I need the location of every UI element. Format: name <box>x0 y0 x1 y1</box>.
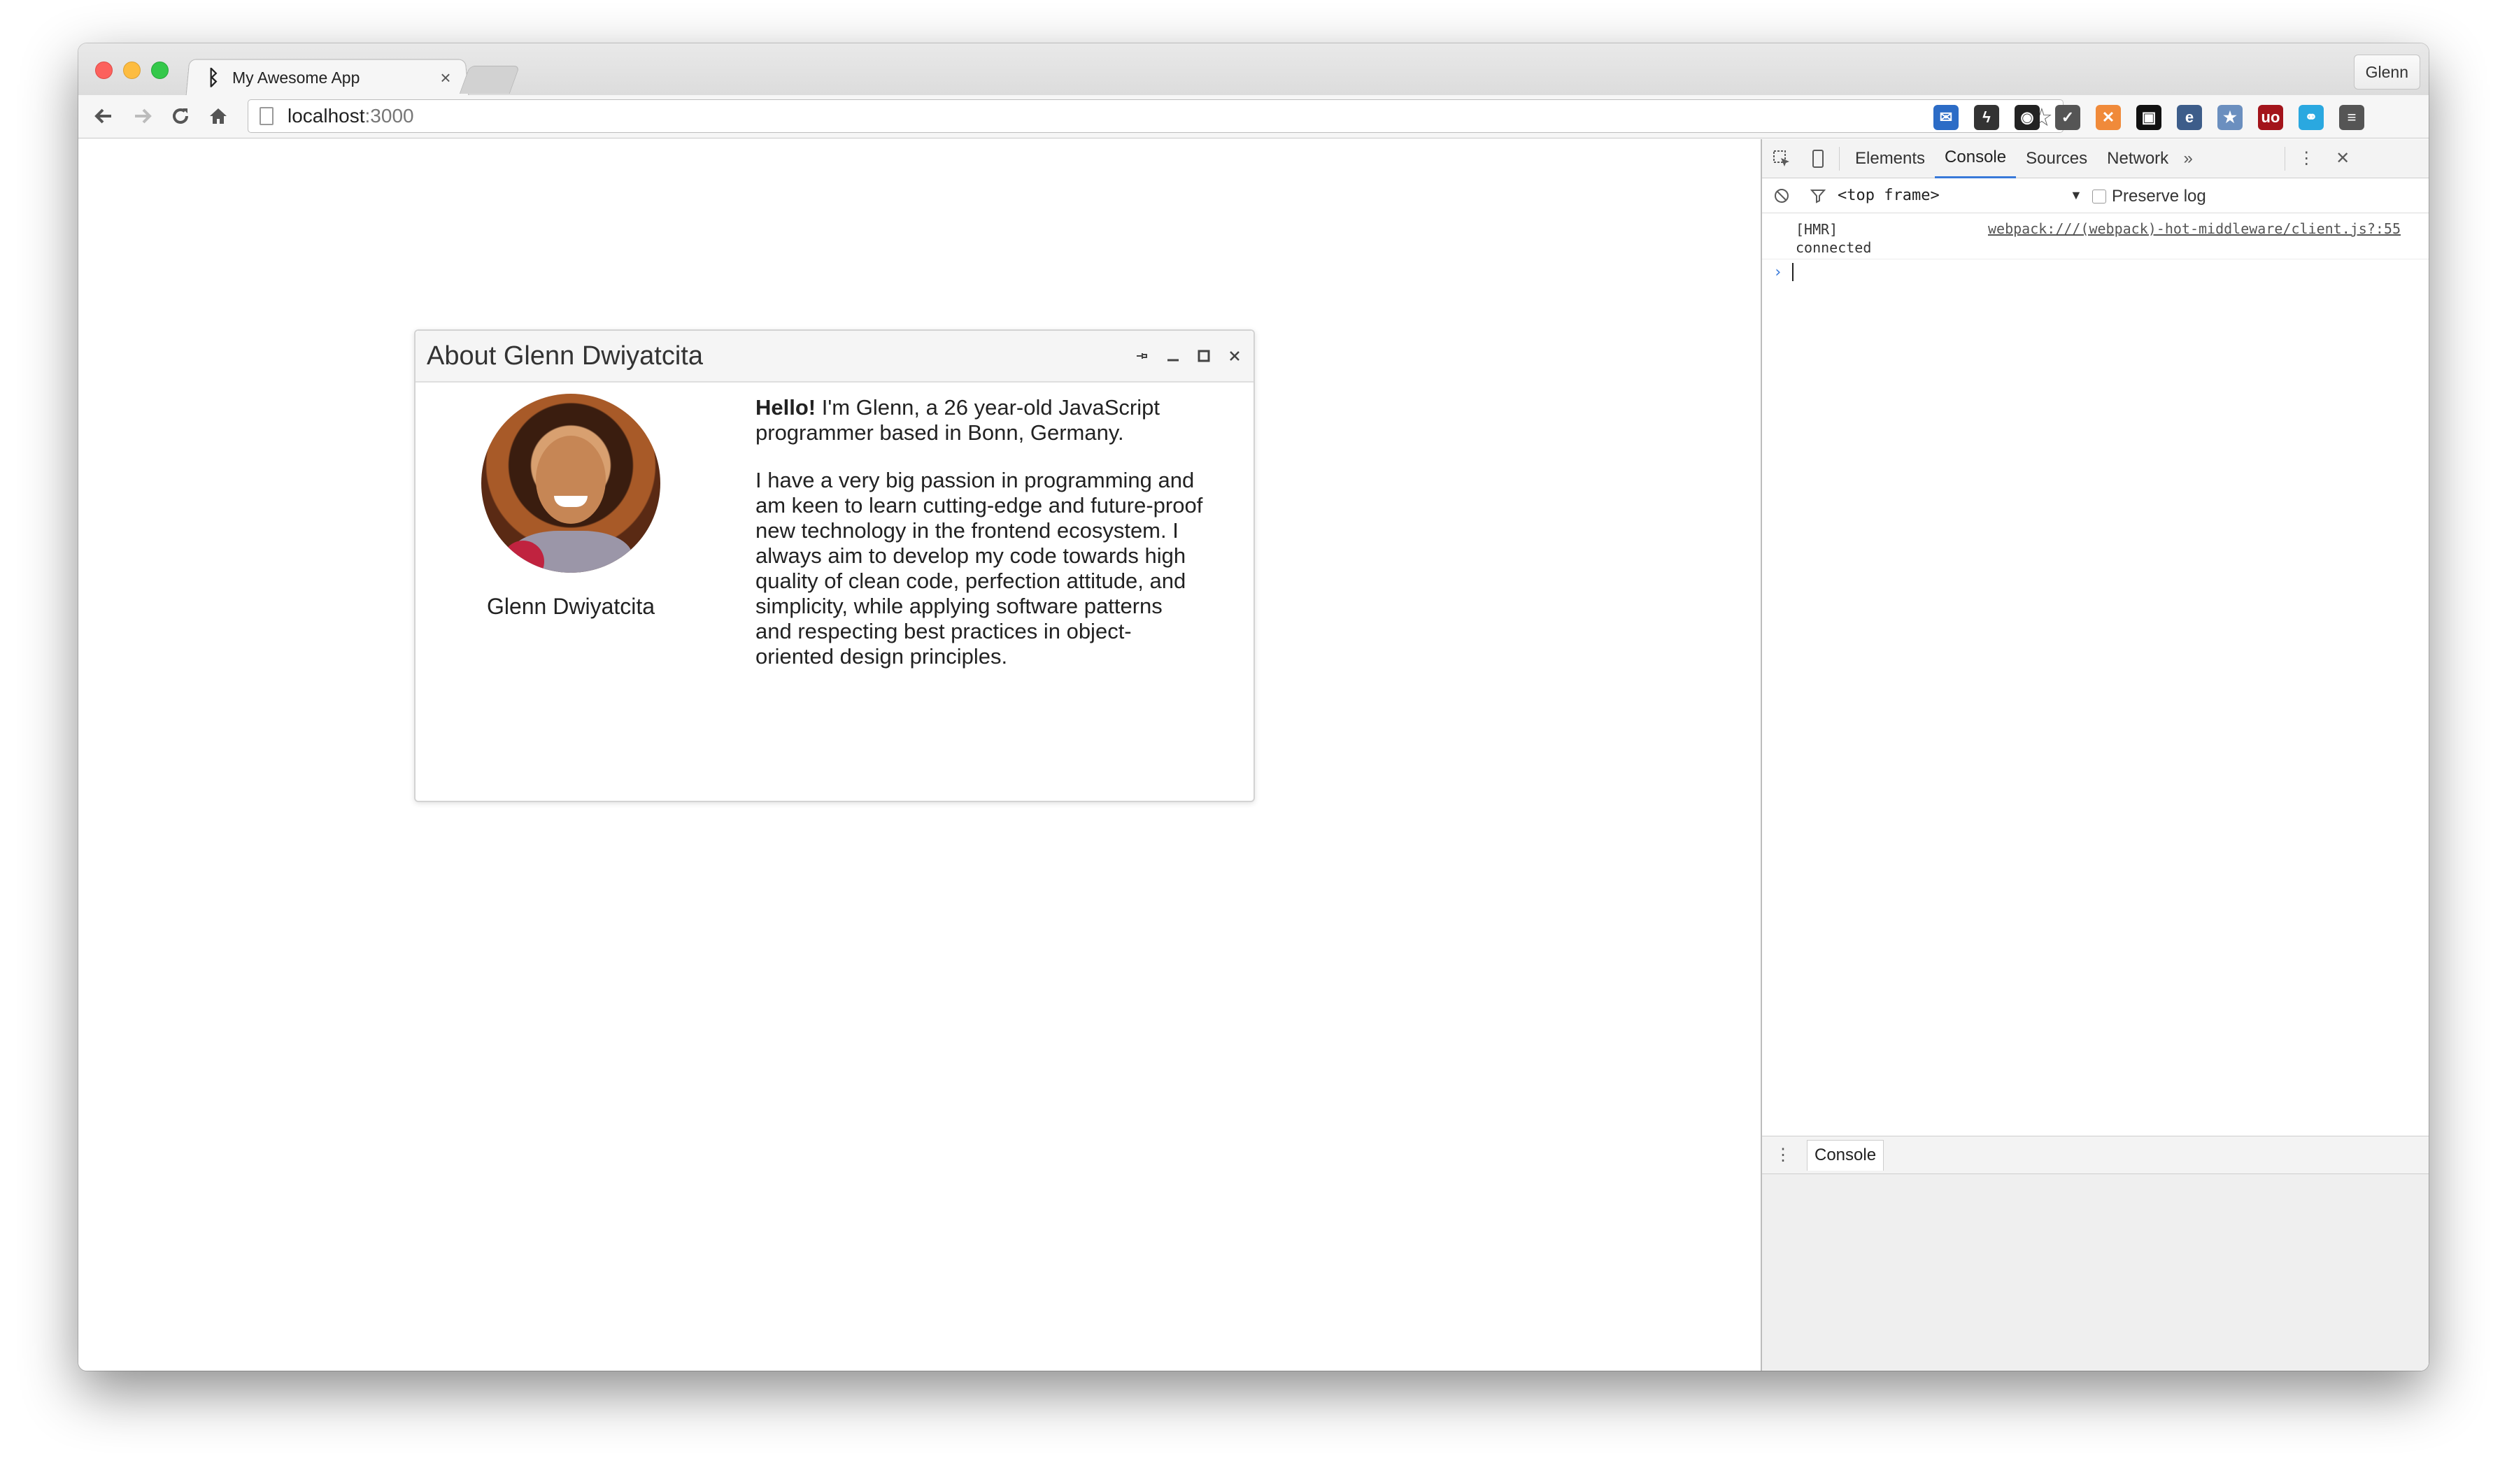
browser-window: ᛒ My Awesome App × Glenn localhost:3000 … <box>78 43 2429 1371</box>
ublock-icon[interactable]: uo <box>2258 105 2283 130</box>
about-window-body: Glenn Dwiyatcita Hello! I'm Glenn, a 26 … <box>416 383 1254 802</box>
preserve-log-option[interactable]: Preserve log <box>2092 187 2206 206</box>
drawer-menu-icon[interactable]: ⋮ <box>1773 1146 1793 1165</box>
console-prompt[interactable]: › <box>1762 259 2429 285</box>
bio-text: Hello! I'm Glenn, a 26 year-old JavaScri… <box>755 395 1203 669</box>
close-icon[interactable] <box>1227 348 1242 364</box>
tab-network[interactable]: Network <box>2097 139 2178 178</box>
prompt-chevron-icon: › <box>1773 263 1783 281</box>
browser-toolbar: localhost:3000 ☆ ✉ ϟ ◉ ✓ ✕ ▣ e ★ uo ⚭ ≡ <box>78 95 2429 138</box>
console-message: [HMR] connected webpack:///(webpack)-hot… <box>1762 213 2429 259</box>
zoom-window-button[interactable] <box>151 62 169 79</box>
console-filterbar: <top frame> ▼ Preserve log <box>1762 178 2429 213</box>
tab-close-icon[interactable]: × <box>435 67 456 89</box>
close-devtools-icon[interactable]: ✕ <box>2333 149 2352 169</box>
bio-paragraph: I have a very big passion in programming… <box>755 468 1203 669</box>
page-viewport: About Glenn Dwiyatcita Glenn Dwiyatcita … <box>78 139 1761 1371</box>
back-arrow-icon[interactable] <box>90 102 118 130</box>
preserve-log-label: Preserve log <box>2112 187 2206 206</box>
preserve-log-checkbox[interactable] <box>2092 190 2106 204</box>
tab-title: My Awesome App <box>232 68 360 87</box>
menu-icon[interactable]: ≡ <box>2339 105 2364 130</box>
clear-console-icon[interactable] <box>1772 186 1791 206</box>
extension-toolbar: ✉ ϟ ◉ ✓ ✕ ▣ e ★ uo ⚭ ≡ <box>1933 102 2364 133</box>
pin-icon[interactable] <box>1135 348 1150 364</box>
devtools-drawer: ⋮ Console <box>1762 1136 2429 1371</box>
b-logo-icon: ᛒ <box>207 65 220 90</box>
drawer-tabbar: ⋮ Console <box>1762 1136 2429 1174</box>
tab-elements[interactable]: Elements <box>1845 139 1935 178</box>
bio-greeting: Hello! <box>755 395 816 420</box>
title-bar: ᛒ My Awesome App × Glenn <box>78 43 2429 97</box>
address-bar[interactable]: localhost:3000 ☆ <box>248 99 2064 133</box>
url-text: localhost:3000 <box>287 105 414 127</box>
about-window-header[interactable]: About Glenn Dwiyatcita <box>416 331 1254 383</box>
close-window-button[interactable] <box>95 62 113 79</box>
context-selector[interactable]: <top frame> <box>1838 187 1940 204</box>
context-dropdown-icon[interactable]: ▼ <box>2070 188 2082 203</box>
customize-menu-icon[interactable]: ⋮ <box>2296 149 2316 169</box>
filter-icon[interactable] <box>1808 186 1828 206</box>
inspect-element-icon[interactable] <box>1772 149 1791 169</box>
e-badge-icon[interactable]: e <box>2177 105 2202 130</box>
console-message-source[interactable]: webpack:///(webpack)-hot-middleware/clie… <box>1988 220 2401 237</box>
orange-ext-icon[interactable]: ✕ <box>2096 105 2121 130</box>
lightning-icon[interactable]: ϟ <box>1974 105 1999 130</box>
minimize-icon[interactable] <box>1165 348 1181 364</box>
console-output: [HMR] connected webpack:///(webpack)-hot… <box>1762 213 2429 285</box>
pocket-icon[interactable]: ✓ <box>2055 105 2080 130</box>
new-tab-button[interactable] <box>459 66 520 94</box>
avatar-name: Glenn Dwiyatcita <box>486 594 655 619</box>
drawer-tab-console[interactable]: Console <box>1807 1139 1884 1171</box>
profile-button[interactable]: Glenn <box>2353 55 2420 90</box>
more-tabs-icon[interactable]: » <box>2178 149 2198 169</box>
console-message-text: [HMR] connected <box>1796 221 1872 256</box>
minimize-window-button[interactable] <box>123 62 141 79</box>
lock-icon[interactable]: ▣ <box>2136 105 2161 130</box>
tab-sources[interactable]: Sources <box>2016 139 2097 178</box>
tab-console[interactable]: Console <box>1935 139 2017 178</box>
star-square-icon[interactable]: ★ <box>2217 105 2243 130</box>
reload-icon[interactable] <box>166 102 194 130</box>
eyes-icon[interactable]: ◉ <box>2015 105 2040 130</box>
devtools-tabbar: Elements Console Sources Network » ⋮ ✕ <box>1762 139 2429 178</box>
share-icon[interactable]: ⚭ <box>2299 105 2324 130</box>
page-icon <box>260 107 274 125</box>
device-mode-icon[interactable] <box>1808 149 1828 169</box>
dialog-title: About Glenn Dwiyatcita <box>427 341 703 371</box>
devtools-panel: Elements Console Sources Network » ⋮ ✕ <… <box>1761 139 2429 1371</box>
avatar <box>481 394 660 573</box>
text-cursor <box>1792 263 1794 281</box>
maximize-icon[interactable] <box>1196 348 1212 364</box>
mail-icon[interactable]: ✉ <box>1933 105 1959 130</box>
forward-arrow-icon[interactable] <box>129 102 157 130</box>
bio-intro: I'm Glenn, a 26 year-old JavaScript prog… <box>755 395 1160 445</box>
home-icon[interactable] <box>204 102 232 130</box>
about-window: About Glenn Dwiyatcita Glenn Dwiyatcita … <box>414 329 1255 802</box>
browser-tab[interactable]: ᛒ My Awesome App × <box>204 59 456 97</box>
